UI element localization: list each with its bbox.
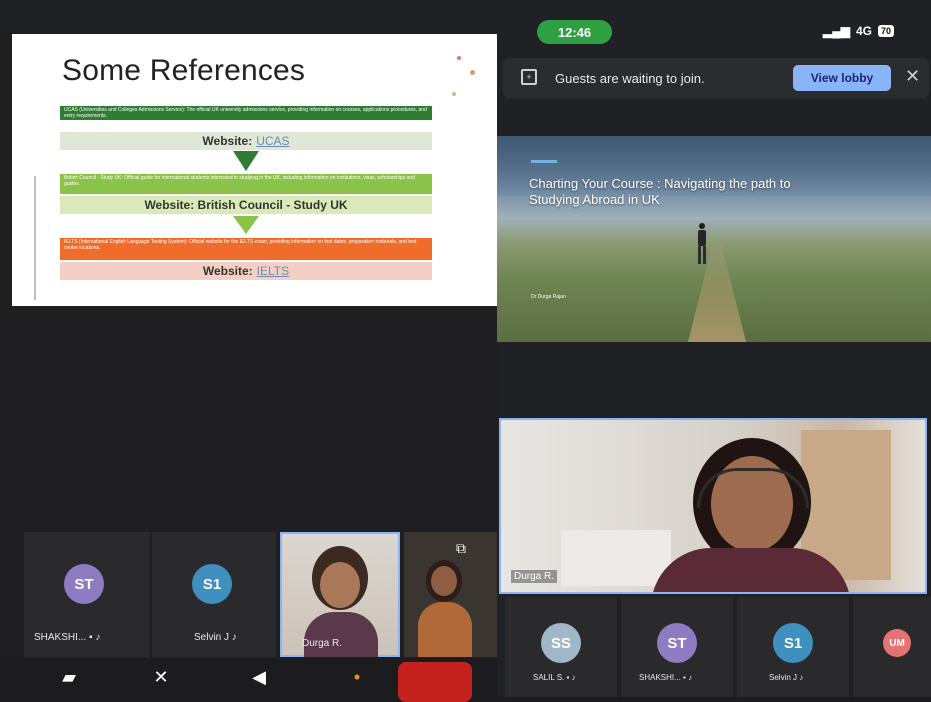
presentation-author: Dr Durga Rajan (531, 294, 566, 300)
camera-off-icon: ▪ (683, 673, 686, 682)
participant-video-tile[interactable]: Durga R. (280, 532, 400, 657)
participant-tiles-row: SS SALIL S. ▪ ♪ ST SHAKSHI... ▪ ♪ S1 Sel… (497, 597, 931, 697)
down-arrow-icon (233, 151, 259, 171)
view-lobby-button[interactable]: View lobby (793, 65, 891, 91)
active-speaker-video[interactable]: Durga R. (499, 418, 927, 594)
participant-tile[interactable]: ST SHAKSHI... ▪ ♪ (621, 597, 733, 697)
participant-tiles-row: ST SHAKSHI... ▪ ♪ S1 Selvin J ♪ Durga R.… (0, 532, 497, 657)
website-prefix: Website: British Council - Study UK (144, 198, 348, 212)
battery-icon: 70 (877, 25, 894, 37)
ref-header-ielts: IELTS (International English Language Te… (60, 238, 432, 260)
mic-off-icon: ♪ (571, 673, 576, 682)
avatar: S1 (773, 623, 813, 663)
right-phone-panel: 12:46 ▂▄▆ 4G 70 + Guests are waiting to … (497, 0, 931, 697)
participant-body (418, 602, 472, 657)
mic-off-icon: ♪ (231, 632, 237, 643)
ucas-link[interactable]: UCAS (256, 134, 289, 148)
slide-title: Some References (62, 54, 306, 87)
participant-body (304, 612, 378, 657)
end-call-button[interactable] (398, 662, 472, 702)
network-type: 4G (855, 24, 872, 38)
left-top-bar (0, 0, 497, 32)
ref-website-ucas: Website: UCAS (60, 132, 432, 150)
avatar: SS (541, 623, 581, 663)
mic-off-icon: ♪ (799, 673, 804, 682)
status-bar: ▂▄▆ 4G 70 (823, 24, 894, 38)
participant-tile[interactable]: S1 Selvin J ♪ (737, 597, 849, 697)
participant-tile[interactable]: S1 Selvin J ♪ (152, 532, 276, 657)
camera-icon[interactable]: ▰ (58, 666, 80, 688)
website-prefix: Website: (202, 134, 253, 148)
ref-header-ucas: UCAS (Universities and Colleges Admissio… (60, 106, 432, 120)
participant-name: Durga R. (302, 638, 343, 649)
camera-off-icon: ▪ (89, 632, 93, 643)
close-icon[interactable]: ✕ (905, 66, 920, 87)
down-arrow-icon (233, 216, 259, 234)
camera-off-icon: ▪ (566, 673, 570, 682)
speaker-icon[interactable]: ◀ (248, 666, 270, 688)
shared-slide: Some References UCAS (Universities and C… (12, 34, 497, 306)
participant-tile[interactable]: SS SALIL S. ▪ ♪ (505, 597, 617, 697)
slide-decoration (452, 92, 456, 96)
lobby-banner: + Guests are waiting to join. View lobby… (503, 58, 929, 98)
guest-icon: + (521, 69, 537, 85)
participant-face (320, 562, 360, 608)
participant-name: Selvin J ♪ (769, 673, 804, 682)
presentation-title: Charting Your Course : Navigating the pa… (529, 176, 791, 207)
avatar: S1 (192, 564, 232, 604)
slide-divider-line (34, 176, 36, 300)
more-options-icon[interactable]: • (346, 666, 368, 688)
ref-header-british-council: British Council - Study UK: Official gui… (60, 174, 432, 194)
mic-off-icon: ♪ (95, 632, 101, 643)
banner-text: Guests are waiting to join. (555, 71, 705, 86)
presentation-view: Charting Your Course : Navigating the pa… (497, 136, 931, 342)
ielts-link[interactable]: IELTS (257, 264, 289, 278)
mic-off-icon: ♪ (688, 673, 693, 682)
slide-decoration (470, 70, 475, 75)
speaker-name: Durga R. (511, 570, 558, 583)
ref-website-british-council: Website: British Council - Study UK (60, 196, 432, 214)
avatar: ST (64, 564, 104, 604)
participant-tile[interactable]: UM (853, 597, 931, 697)
slide-decoration (457, 56, 461, 60)
participant-name: SALIL S. ▪ ♪ (533, 673, 576, 682)
status-time: 12:46 (537, 20, 612, 44)
participant-name: Selvin J ♪ (194, 632, 237, 643)
title-accent-bar (531, 160, 557, 163)
participant-name: SHAKSHI... ▪ ♪ (34, 632, 101, 643)
participant-video-tile[interactable]: ⧉ (404, 532, 497, 657)
website-prefix: Website: (202, 264, 253, 278)
mic-off-icon[interactable]: ✕ (150, 666, 172, 688)
participant-name: SHAKSHI... ▪ ♪ (639, 673, 693, 682)
avatar: UM (883, 629, 911, 657)
hiker-figure (698, 223, 706, 264)
left-meeting-panel: Some References UCAS (Universities and C… (0, 0, 497, 702)
participant-face (431, 566, 457, 596)
signal-icon: ▂▄▆ (823, 24, 850, 38)
ref-website-ielts: Website: IELTS (60, 262, 432, 280)
call-controls: ▰ ✕ ◀ • (0, 658, 497, 702)
bed (561, 530, 671, 586)
switch-camera-icon[interactable]: ⧉ (456, 540, 478, 560)
avatar: ST (657, 623, 697, 663)
participant-tile[interactable]: ST SHAKSHI... ▪ ♪ (24, 532, 150, 657)
